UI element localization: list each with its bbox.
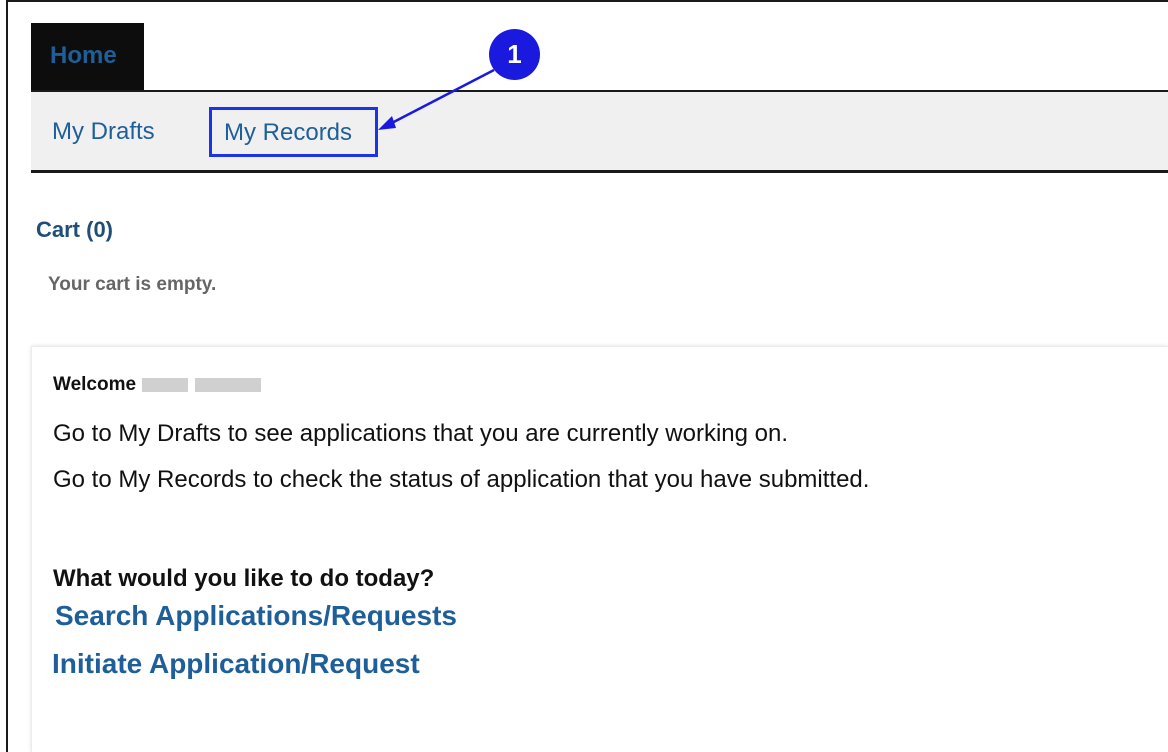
window-top-border [8, 0, 1168, 6]
welcome-greeting: Welcome [53, 374, 262, 396]
my-records-link[interactable]: My Records [209, 107, 378, 157]
drafts-instruction: Go to My Drafts to see applications that… [53, 420, 789, 447]
sub-navigation-divider [31, 170, 1168, 173]
callout-arrow-icon [378, 68, 495, 130]
records-instruction: Go to My Records to check the status of … [53, 466, 870, 493]
tab-home[interactable]: Home [31, 23, 144, 99]
search-applications-link[interactable]: Search Applications/Requests [55, 600, 457, 632]
welcome-panel [31, 346, 1168, 752]
my-drafts-link[interactable]: My Drafts [52, 118, 155, 146]
actions-question: What would you like to do today? [53, 565, 435, 592]
cart-heading: Cart (0) [36, 217, 114, 242]
cart-empty-message: Your cart is empty. [48, 274, 217, 295]
redacted-user-name [142, 377, 262, 392]
welcome-label: Welcome [53, 374, 137, 395]
tab-home-label: Home [50, 42, 117, 69]
sub-navigation-bar [31, 92, 1168, 171]
window-left-border [0, 0, 8, 752]
initiate-application-link[interactable]: Initiate Application/Request [52, 648, 420, 680]
